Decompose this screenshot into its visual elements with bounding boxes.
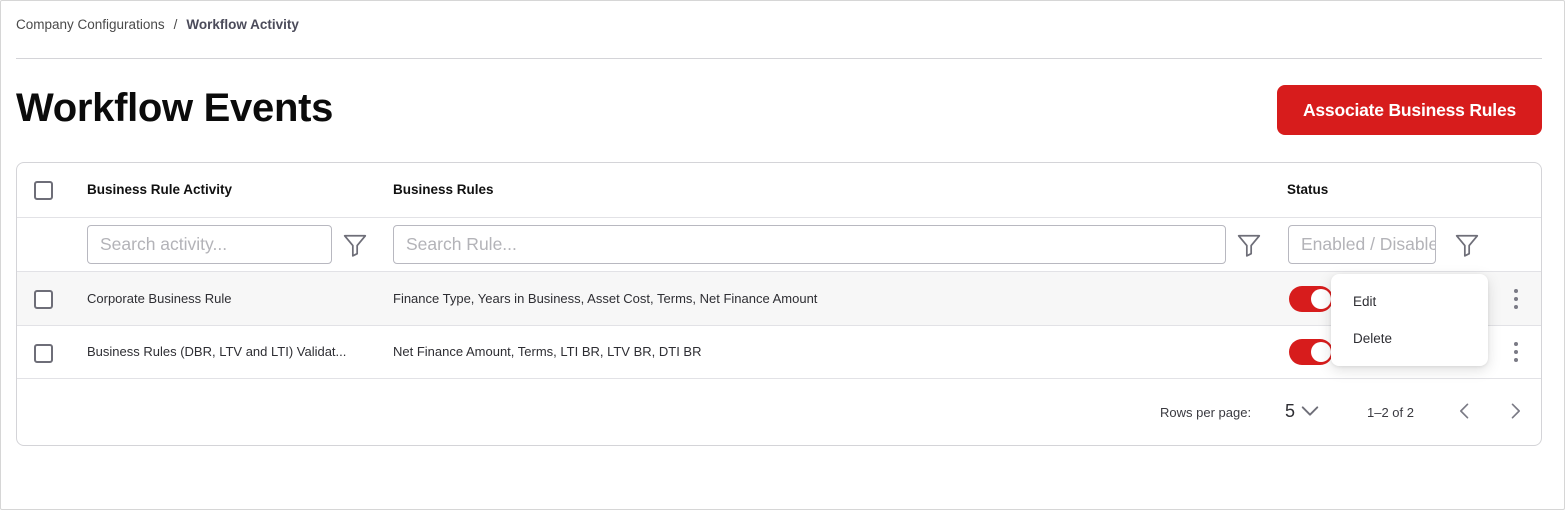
activity-filter-icon[interactable] — [342, 232, 368, 258]
more-vert-icon[interactable] — [1508, 340, 1524, 364]
rows-per-page-value: 5 — [1285, 400, 1296, 421]
table-row[interactable]: Corporate Business Rule Finance Type, Ye… — [17, 272, 1541, 326]
associate-business-rules-button[interactable]: Associate Business Rules — [1277, 85, 1542, 135]
table-footer: Rows per page: 5 1–2 of 2 — [17, 379, 1541, 445]
toggle-knob — [1311, 342, 1331, 362]
table-row[interactable]: Business Rules (DBR, LTV and LTI) Valida… — [17, 326, 1541, 379]
status-filter-icon[interactable] — [1454, 232, 1480, 258]
activity-cell: Business Rules (DBR, LTV and LTI) Valida… — [87, 344, 347, 359]
business-rules-cell: Net Finance Amount, Terms, LTI BR, LTV B… — [393, 344, 702, 359]
breadcrumb-current: Workflow Activity — [186, 17, 299, 32]
more-vert-icon[interactable] — [1508, 287, 1524, 311]
column-header-status[interactable]: Status — [1287, 182, 1328, 197]
business-rules-cell: Finance Type, Years in Business, Asset C… — [393, 291, 818, 306]
rule-filter-icon[interactable] — [1236, 232, 1262, 258]
row-checkbox[interactable] — [34, 290, 53, 309]
column-header-business-rules[interactable]: Business Rules — [393, 182, 494, 197]
breadcrumb-separator: / — [173, 17, 178, 32]
workflow-events-table: Business Rule Activity Business Rules St… — [16, 162, 1542, 446]
toggle-knob — [1311, 289, 1331, 309]
chevron-left-icon[interactable] — [1455, 401, 1475, 421]
pagination-range: 1–2 of 2 — [1367, 405, 1414, 420]
header-divider — [16, 58, 1542, 59]
column-header-activity[interactable]: Business Rule Activity — [87, 182, 232, 197]
select-all-checkbox[interactable] — [34, 181, 53, 200]
menu-item-delete[interactable]: Delete — [1353, 331, 1392, 346]
rows-per-page-select[interactable]: 5 — [1285, 400, 1321, 422]
breadcrumb-link-company-configurations[interactable]: Company Configurations — [16, 17, 165, 32]
status-toggle[interactable] — [1289, 339, 1333, 365]
chevron-right-icon[interactable] — [1505, 401, 1525, 421]
breadcrumb: Company Configurations / Workflow Activi… — [16, 17, 299, 32]
rows-per-page-label: Rows per page: — [1160, 405, 1252, 420]
activity-search-input[interactable]: Search activity... — [87, 225, 332, 264]
page-title: Workflow Events — [16, 86, 334, 130]
rule-search-input[interactable]: Search Rule... — [393, 225, 1226, 264]
status-filter-input[interactable]: Enabled / Disabled — [1288, 225, 1436, 264]
row-checkbox[interactable] — [34, 344, 53, 363]
activity-cell: Corporate Business Rule — [87, 291, 232, 306]
chevron-down-icon — [1301, 406, 1319, 416]
table-header-row: Business Rule Activity Business Rules St… — [17, 163, 1541, 218]
status-toggle[interactable] — [1289, 286, 1333, 312]
menu-item-edit[interactable]: Edit — [1353, 294, 1376, 309]
filter-row: Search activity... Search Rule... Enable… — [17, 218, 1541, 272]
row-actions-menu: Edit Delete — [1331, 274, 1488, 366]
